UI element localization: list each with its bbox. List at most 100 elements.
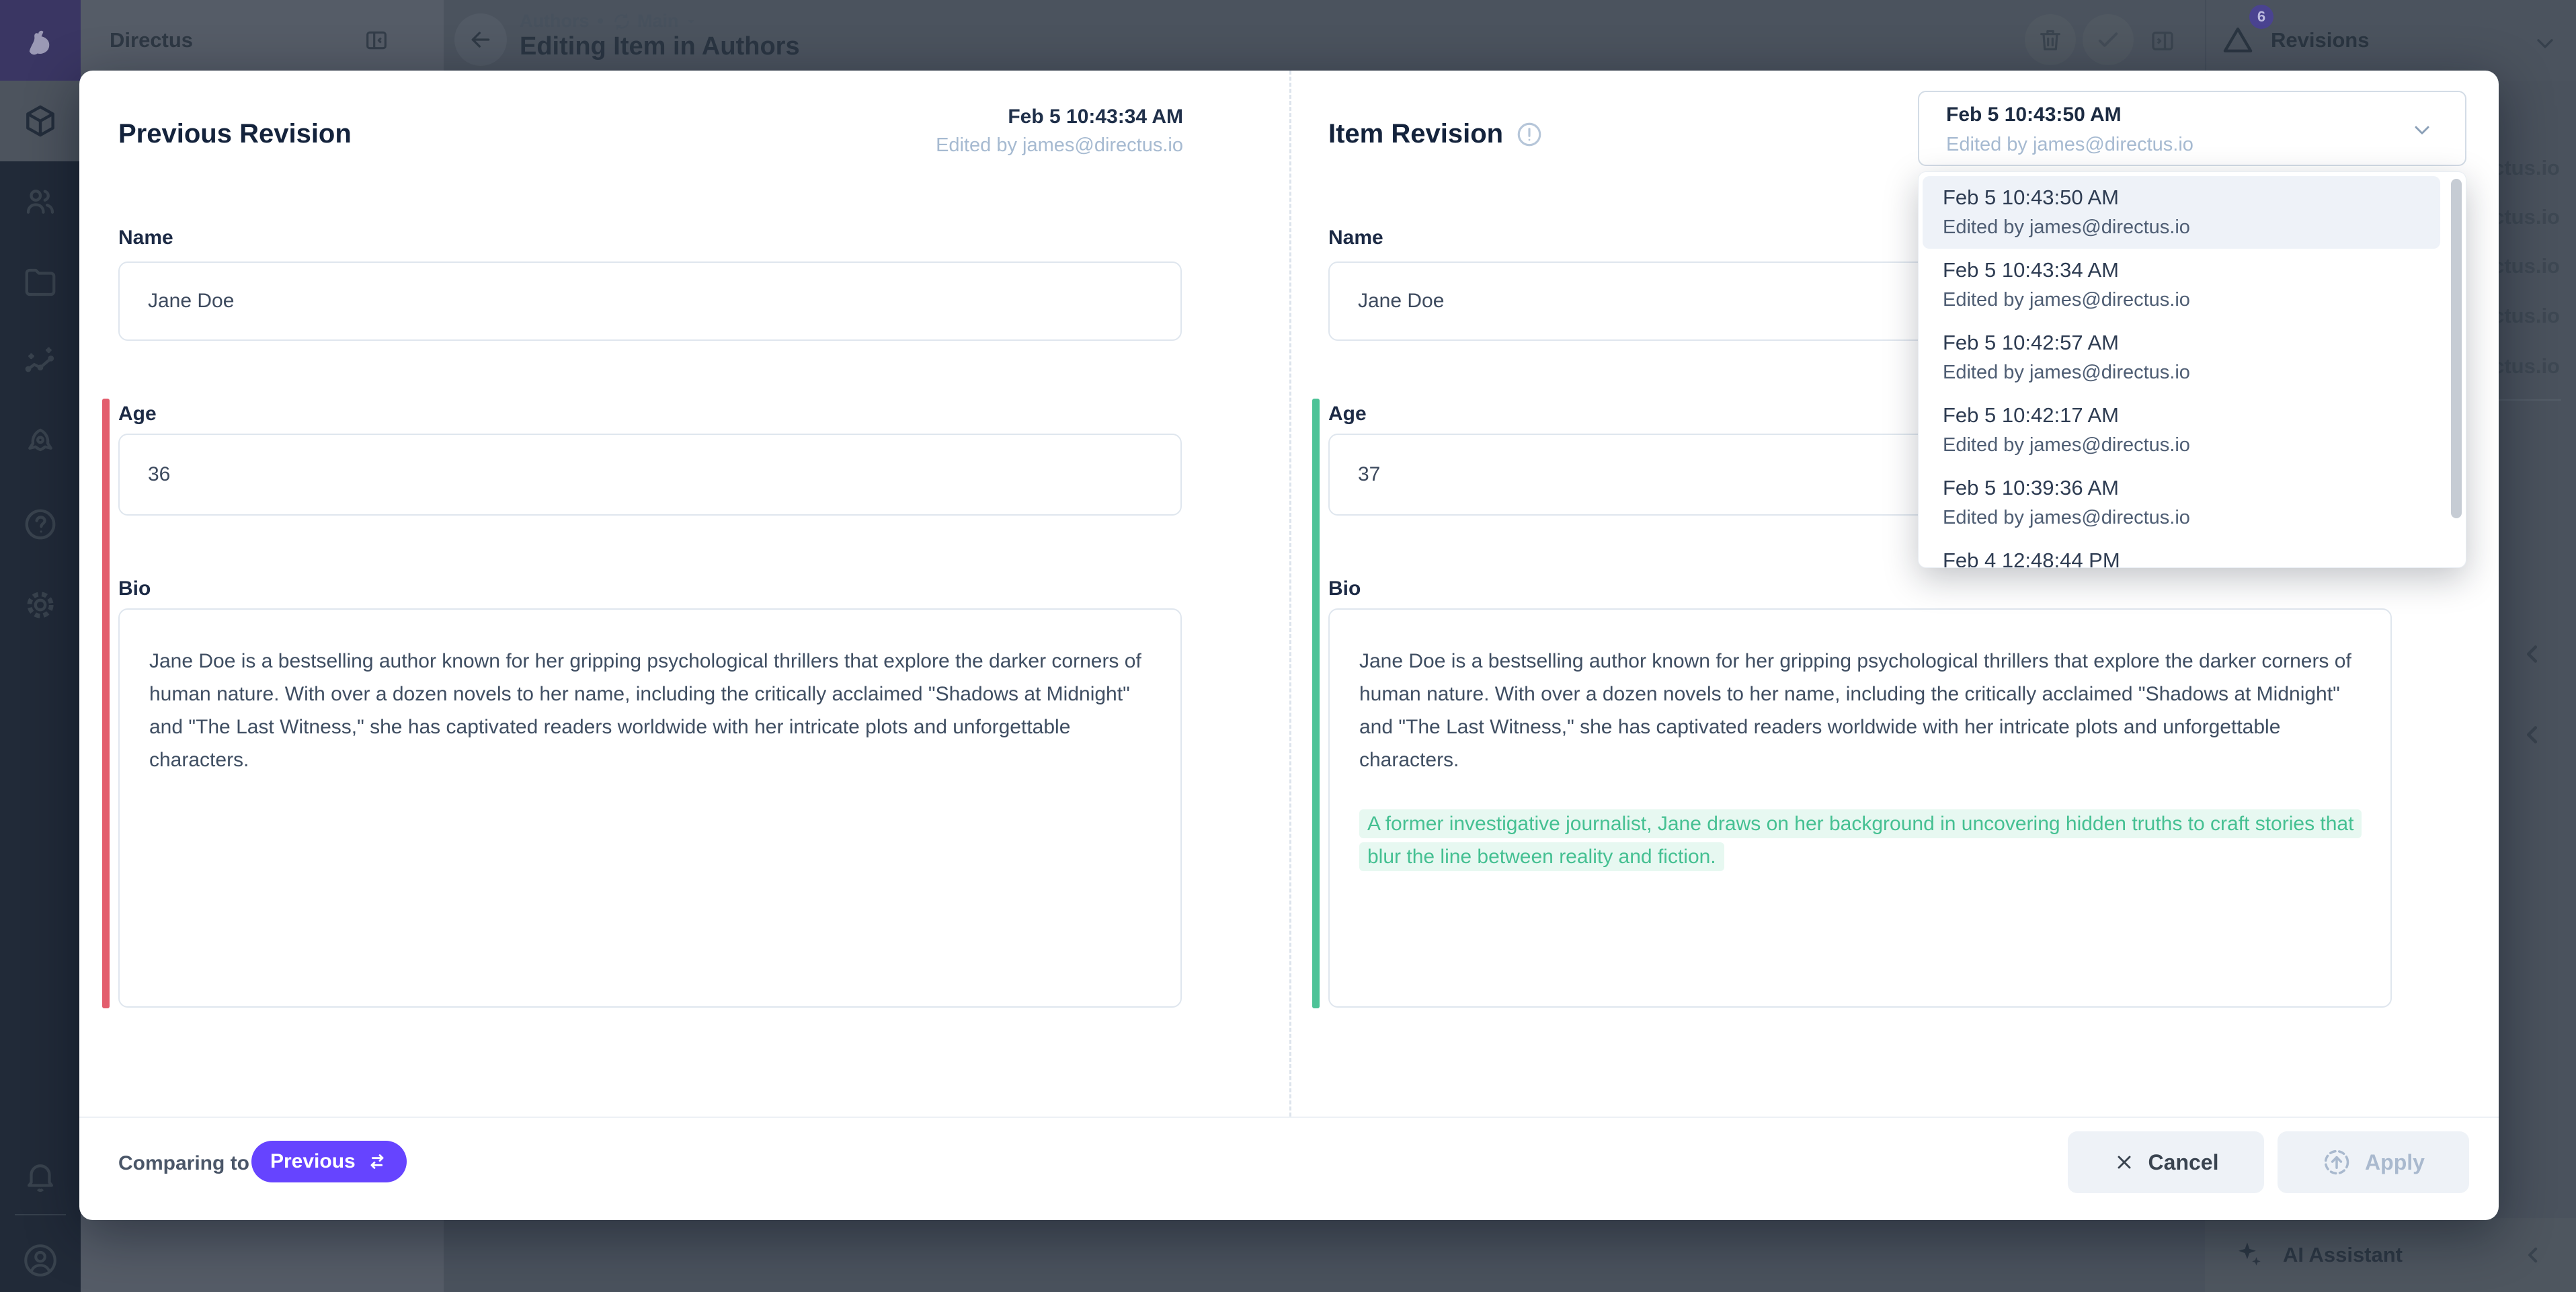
module-settings[interactable] [0, 565, 81, 645]
revision-option[interactable]: Feb 5 10:43:34 AM Edited by james@direct… [1923, 249, 2440, 321]
bio-text: Jane Doe is a bestselling author known f… [1359, 645, 2361, 776]
collapse-section-icon [2517, 719, 2548, 750]
item-revision-heading-text: Item Revision [1328, 119, 1503, 149]
folder-icon [22, 264, 58, 300]
revision-option[interactable]: Feb 5 10:43:50 AM Edited by james@direct… [1923, 176, 2440, 249]
rabbit-icon [14, 14, 67, 67]
revisions-title: Revisions [2271, 28, 2369, 52]
compare-target-label: Previous [270, 1150, 356, 1173]
name-field-previous: Jane Doe [118, 261, 1182, 341]
revision-select-value: Feb 5 10:43:50 AM [1946, 104, 2122, 126]
notifications-button[interactable] [0, 1136, 81, 1217]
ai-assistant-bar[interactable]: AI Assistant [2205, 1218, 2576, 1292]
panel-right-icon [2148, 27, 2177, 55]
apply-button[interactable]: Apply [2278, 1131, 2469, 1193]
check-icon [2094, 26, 2122, 54]
pane-divider [1289, 71, 1291, 1117]
cancel-label: Cancel [2148, 1150, 2219, 1175]
changed-indicator-deleted [102, 575, 110, 1008]
revision-option[interactable]: Feb 4 12:48:44 PM [1923, 539, 2440, 568]
option-edited-by: Edited by james@directus.io [1943, 507, 2440, 529]
header-separator [2205, 0, 2206, 81]
previous-revision-meta: Feb 5 10:43:34 AM Edited by james@direct… [936, 106, 1183, 157]
rocket-icon [22, 426, 58, 462]
version-icon [612, 11, 632, 32]
revisions-badge: 6 [2249, 5, 2273, 29]
bell-icon [22, 1158, 58, 1195]
option-time: Feb 4 12:48:44 PM [1943, 549, 2440, 568]
version-dropdown[interactable]: Main [612, 11, 699, 32]
option-time: Feb 5 10:42:57 AM [1943, 331, 2440, 355]
back-button[interactable] [454, 13, 507, 66]
changed-indicator-deleted [102, 399, 110, 586]
module-marketplace[interactable] [0, 403, 81, 484]
revisions-toggle[interactable]: 6 Revisions [2220, 0, 2369, 81]
revision-timestamp: Feb 5 10:43:34 AM [936, 106, 1183, 128]
comparing-to-label: Comparing to [118, 1152, 249, 1175]
page-title: Editing Item in Authors [520, 32, 800, 61]
caret-down-icon [684, 14, 698, 29]
changed-indicator-added [1312, 575, 1320, 1008]
option-time: Feb 5 10:39:36 AM [1943, 476, 2440, 500]
module-users[interactable] [0, 161, 81, 242]
breadcrumb: Authors • Main [520, 11, 698, 32]
module-bar [0, 0, 81, 1292]
sparkle-icon [2232, 1238, 2265, 1272]
chevron-left-icon [2520, 1242, 2546, 1268]
user-avatar[interactable] [0, 1220, 81, 1292]
revision-select[interactable]: Feb 5 10:43:50 AM Edited by james@direct… [1918, 91, 2466, 166]
toggle-right-panel-button[interactable] [2148, 27, 2177, 55]
item-revision-heading: Item Revision [1328, 119, 1543, 149]
delete-button[interactable] [2025, 14, 2076, 65]
collapse-section-icon [2517, 639, 2548, 670]
avatar-icon [21, 1241, 60, 1280]
added-highlight: A former investigative journalist, Jane … [1359, 809, 2362, 871]
arrow-left-icon [467, 26, 494, 53]
age-label: Age [1328, 403, 1367, 426]
save-button[interactable] [2083, 14, 2134, 65]
version-name: Main [637, 11, 679, 32]
revision-option[interactable]: Feb 5 10:39:36 AM Edited by james@direct… [1923, 467, 2440, 539]
option-edited-by: Edited by james@directus.io [1943, 289, 2440, 311]
chevron-down-icon [2410, 118, 2434, 142]
name-label: Name [1328, 227, 1383, 249]
module-content[interactable] [0, 81, 81, 161]
breadcrumb-separator: • [598, 11, 604, 32]
users-icon [22, 184, 58, 220]
cancel-button[interactable]: Cancel [2068, 1131, 2264, 1193]
collapse-nav-button[interactable] [363, 27, 390, 54]
help-icon [22, 506, 58, 542]
revision-edited-by: Edited by james@directus.io [936, 134, 1183, 157]
option-time: Feb 5 10:43:50 AM [1943, 186, 2440, 210]
directus-logo[interactable] [0, 0, 81, 81]
upload-icon [2322, 1147, 2351, 1177]
module-help[interactable] [0, 484, 81, 565]
insights-icon [22, 345, 58, 381]
bio-text: Jane Doe is a bestselling author known f… [149, 645, 1151, 776]
cube-icon [22, 102, 59, 140]
module-files[interactable] [0, 242, 81, 323]
chevron-down-icon[interactable] [2532, 30, 2559, 56]
scrollbar-thumb[interactable] [2451, 179, 2462, 518]
revision-dropdown-menu: Feb 5 10:43:50 AM Edited by james@direct… [1918, 171, 2466, 568]
revision-option[interactable]: Feb 5 10:42:17 AM Edited by james@direct… [1923, 394, 2440, 467]
breadcrumb-collection[interactable]: Authors [520, 11, 590, 32]
option-edited-by: Edited by james@directus.io [1943, 362, 2440, 384]
age-label: Age [118, 403, 157, 426]
sidebar-divider [15, 1214, 66, 1215]
bio-field-revision: Jane Doe is a bestselling author known f… [1328, 608, 2392, 1008]
option-time: Feb 5 10:43:34 AM [1943, 258, 2440, 282]
compare-target-button[interactable]: Previous [251, 1141, 407, 1182]
bio-label: Bio [118, 577, 151, 600]
revision-option[interactable]: Feb 5 10:42:57 AM Edited by james@direct… [1923, 321, 2440, 394]
swap-icon [366, 1151, 388, 1172]
revision-select-subtitle: Edited by james@directus.io [1946, 134, 2193, 156]
trash-icon [2037, 26, 2064, 53]
delta-icon: 6 [2220, 22, 2256, 58]
bio-added-text: A former investigative journalist, Jane … [1359, 807, 2361, 873]
app-screen: Directus Authors • Main Editing Item in … [0, 0, 2576, 1292]
module-insights[interactable] [0, 323, 81, 403]
changed-indicator-added [1312, 399, 1320, 586]
project-name: Directus [110, 0, 193, 81]
previous-revision-heading: Previous Revision [118, 119, 352, 149]
